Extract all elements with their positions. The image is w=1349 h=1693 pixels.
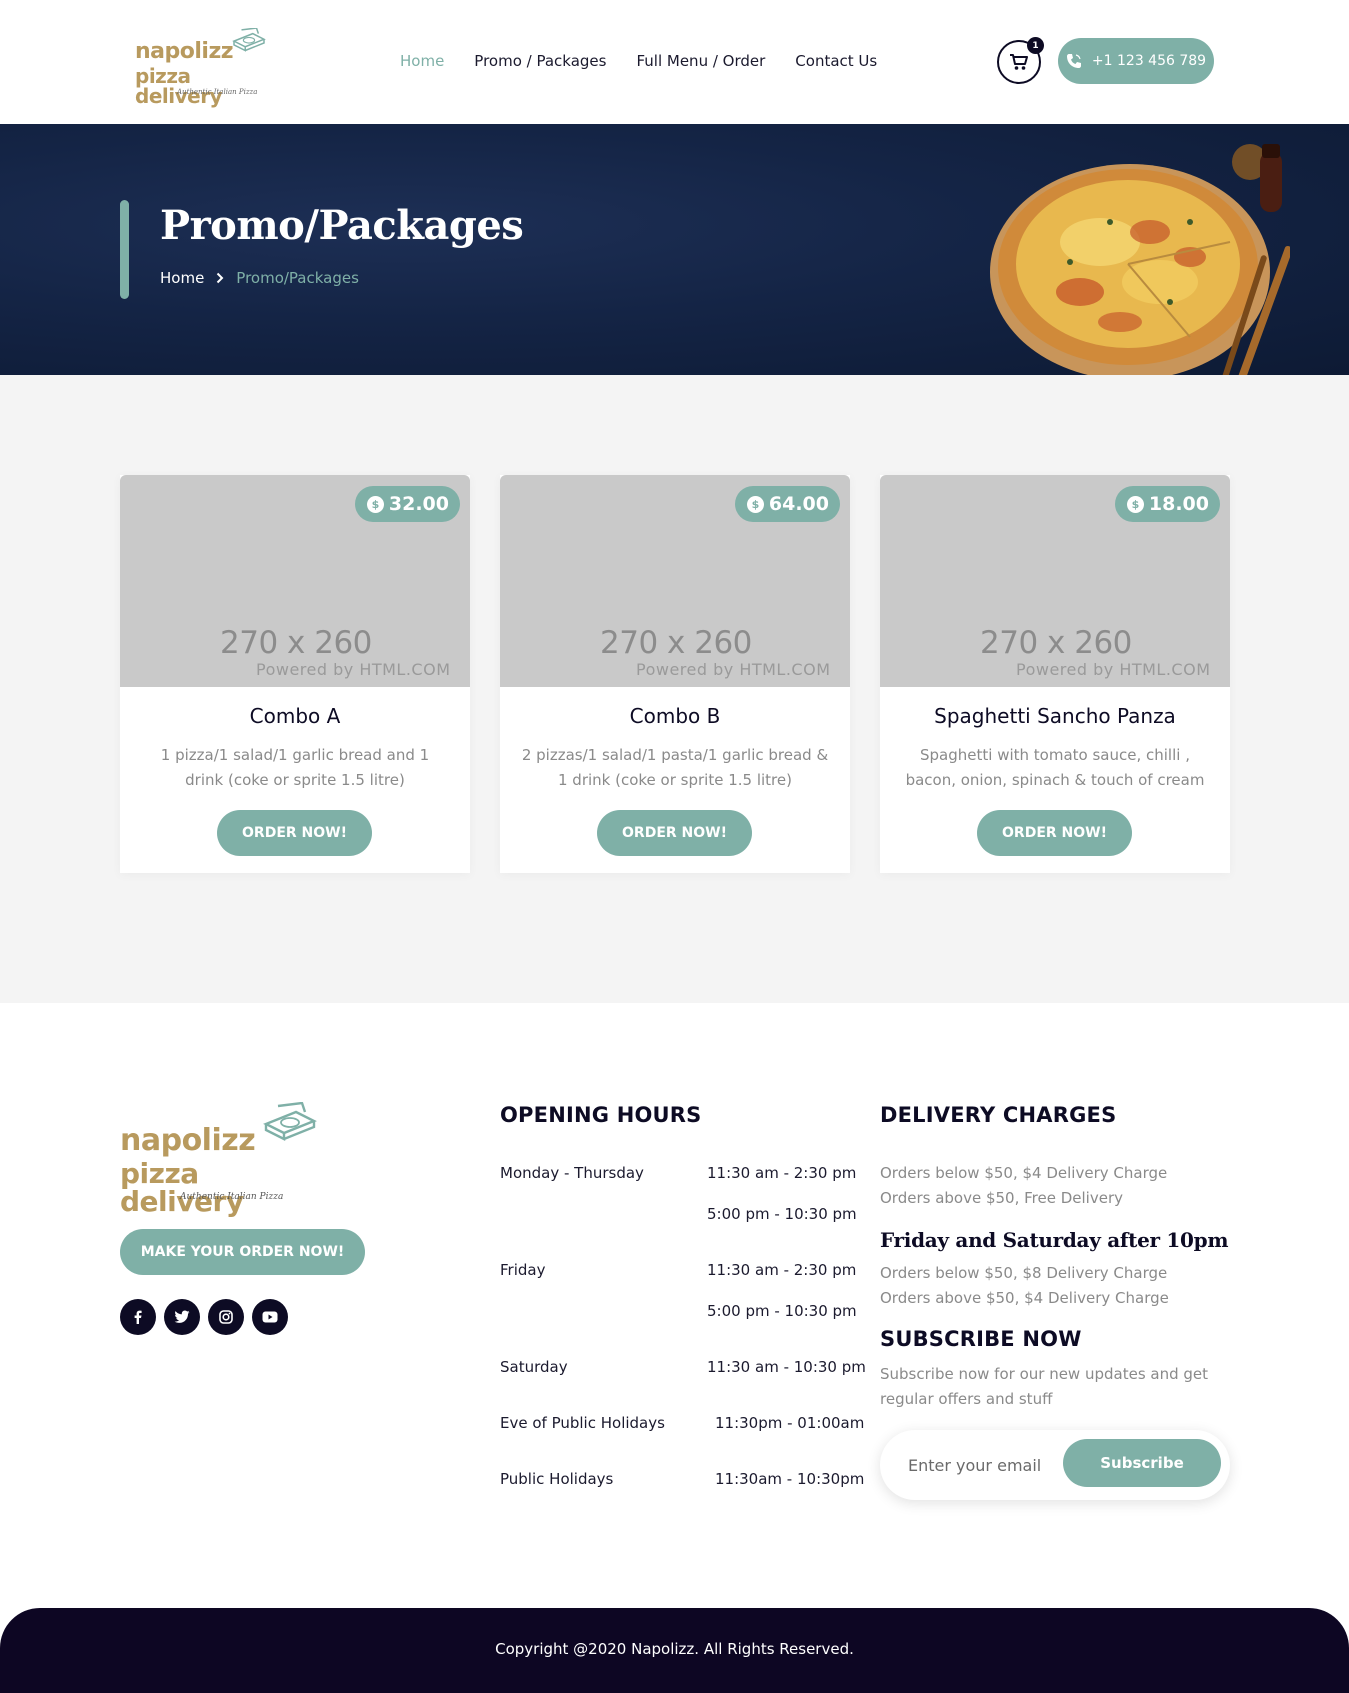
hours-day: Eve of Public Holidays: [500, 1414, 665, 1432]
make-order-button[interactable]: MAKE YOUR ORDER NOW!: [120, 1229, 365, 1275]
dollar-icon: $: [1126, 495, 1144, 513]
facebook-icon[interactable]: [120, 1299, 156, 1335]
hours-day: Public Holidays: [500, 1470, 614, 1488]
breadcrumb-home[interactable]: Home: [160, 269, 204, 287]
hours-day: Monday - Thursday: [500, 1164, 644, 1182]
nav-link-menu[interactable]: Full Menu / Order: [636, 52, 765, 70]
hours-time: 5:00 pm - 10:30 pm: [707, 1302, 857, 1320]
hours-time: 5:00 pm - 10:30 pm: [707, 1205, 857, 1223]
cart-icon: [1010, 54, 1028, 70]
product-card: 270 x 260 Powered by HTML.COM $ 18.00 Sp…: [880, 475, 1230, 873]
placeholder-size: 270 x 260: [600, 625, 752, 661]
breadcrumb-current: Promo/Packages: [236, 269, 359, 287]
logo-text-line2: pizza delivery: [135, 64, 223, 108]
hours-time: 11:30 am - 10:30 pm: [707, 1358, 866, 1376]
product-title: Combo A: [249, 704, 341, 728]
delivery-charge-line: Orders above $50, $4 Delivery Charge: [880, 1289, 1169, 1307]
price-value: 64.00: [768, 493, 829, 515]
product-card: 270 x 260 Powered by HTML.COM $ 64.00 Co…: [500, 475, 850, 873]
footer-logo[interactable]: napolizz pizza delivery Authentic Italia…: [120, 1102, 320, 1216]
product-image-placeholder: 270 x 260 Powered by HTML.COM $ 18.00: [880, 475, 1230, 687]
nav-link-promo[interactable]: Promo / Packages: [474, 52, 606, 70]
hours-day: Saturday: [500, 1358, 568, 1376]
subscribe-title: SUBSCRIBE NOW: [880, 1327, 1082, 1351]
page-title: Promo/Packages: [160, 202, 524, 249]
twitter-icon[interactable]: [164, 1299, 200, 1335]
product-image-placeholder: 270 x 260 Powered by HTML.COM $ 64.00: [500, 475, 850, 687]
delivery-charge-line: Orders below $50, $8 Delivery Charge: [880, 1264, 1168, 1282]
hours-time: 11:30pm - 01:00am: [715, 1414, 865, 1432]
logo-text-line1: napolizz: [120, 1123, 256, 1158]
product-card: 270 x 260 Powered by HTML.COM $ 32.00 Co…: [120, 475, 470, 873]
order-now-button[interactable]: ORDER NOW!: [217, 810, 372, 856]
delivery-charge-line: Orders below $50, $4 Delivery Charge: [880, 1164, 1168, 1182]
phone-button[interactable]: +1 123 456 789: [1058, 38, 1214, 84]
price-badge: $ 64.00: [734, 486, 840, 522]
subscribe-button[interactable]: Subscribe: [1063, 1439, 1221, 1487]
logo-tagline: Authentic Italian Pizza: [177, 88, 258, 96]
product-title: Combo B: [629, 704, 721, 728]
page-hero: Promo/Packages Home Promo/Packages: [0, 124, 1349, 375]
main-nav: Home Promo / Packages Full Menu / Order …: [400, 52, 907, 70]
hours-day: Friday: [500, 1261, 546, 1279]
phone-number: +1 123 456 789: [1091, 53, 1207, 69]
hero-accent-bar: [120, 200, 129, 299]
logo-tagline: Authentic Italian Pizza: [180, 1192, 284, 1202]
hours-time: 11:30 am - 2:30 pm: [707, 1261, 857, 1279]
copyright-text: Copyright @2020 Napolizz. All Rights Res…: [495, 1640, 854, 1658]
placeholder-credit: Powered by HTML.COM: [1016, 660, 1211, 679]
cart-count-badge: 1: [1027, 37, 1044, 54]
subscribe-form: Subscribe: [880, 1430, 1230, 1500]
phone-icon: [1066, 54, 1081, 68]
price-value: 18.00: [1148, 493, 1209, 515]
hours-time: 11:30am - 10:30pm: [715, 1470, 865, 1488]
price-badge: $ 18.00: [1114, 486, 1220, 522]
breadcrumb: Home Promo/Packages: [160, 269, 359, 287]
dollar-icon: $: [366, 495, 384, 513]
logo-text-line2: pizza delivery: [120, 1157, 244, 1218]
dollar-icon: $: [746, 495, 764, 513]
email-input[interactable]: [908, 1452, 1058, 1478]
instagram-icon[interactable]: [208, 1299, 244, 1335]
order-now-button[interactable]: ORDER NOW!: [597, 810, 752, 856]
social-links: [120, 1299, 288, 1335]
placeholder-credit: Powered by HTML.COM: [256, 660, 451, 679]
promo-section: 270 x 260 Powered by HTML.COM $ 32.00 Co…: [0, 375, 1349, 1003]
chevron-right-icon: [217, 272, 224, 284]
logo-text-line1: napolizz: [135, 39, 234, 64]
pizza-box-icon: [263, 1102, 317, 1141]
delivery-charge-line: Orders above $50, Free Delivery: [880, 1189, 1124, 1207]
product-title: Spaghetti Sancho Panza: [934, 704, 1176, 728]
subscribe-description: Subscribe now for our new updates and ge…: [880, 1365, 1209, 1408]
site-header: napolizz pizza delivery Authentic Italia…: [0, 0, 1349, 124]
delivery-charges-subtitle: Friday and Saturday after 10pm: [880, 1228, 1229, 1252]
placeholder-size: 270 x 260: [980, 625, 1132, 661]
nav-link-home[interactable]: Home: [400, 52, 444, 70]
delivery-charges-title: DELIVERY CHARGES: [880, 1103, 1117, 1127]
youtube-icon[interactable]: [252, 1299, 288, 1335]
order-now-button[interactable]: ORDER NOW!: [977, 810, 1132, 856]
cart-button[interactable]: 1: [997, 37, 1044, 84]
product-description: Spaghetti with tomato sauce, chilli , ba…: [905, 746, 1205, 789]
copyright-bar: Copyright @2020 Napolizz. All Rights Res…: [0, 1608, 1349, 1693]
placeholder-size: 270 x 260: [220, 625, 372, 661]
placeholder-credit: Powered by HTML.COM: [636, 660, 831, 679]
product-description: 2 pizzas/1 salad/1 pasta/1 garlic bread …: [521, 746, 829, 789]
site-logo[interactable]: napolizz pizza delivery Authentic Italia…: [132, 26, 272, 106]
pizza-image: [990, 144, 1290, 375]
price-badge: $ 32.00: [354, 486, 460, 522]
product-description: 1 pizza/1 salad/1 garlic bread and 1 dri…: [160, 746, 430, 789]
opening-hours-title: OPENING HOURS: [500, 1103, 702, 1127]
product-image-placeholder: 270 x 260 Powered by HTML.COM $ 32.00: [120, 475, 470, 687]
hours-time: 11:30 am - 2:30 pm: [707, 1164, 857, 1182]
nav-link-contact[interactable]: Contact Us: [795, 52, 877, 70]
pizza-box-icon: [232, 28, 266, 52]
price-value: 32.00: [388, 493, 449, 515]
